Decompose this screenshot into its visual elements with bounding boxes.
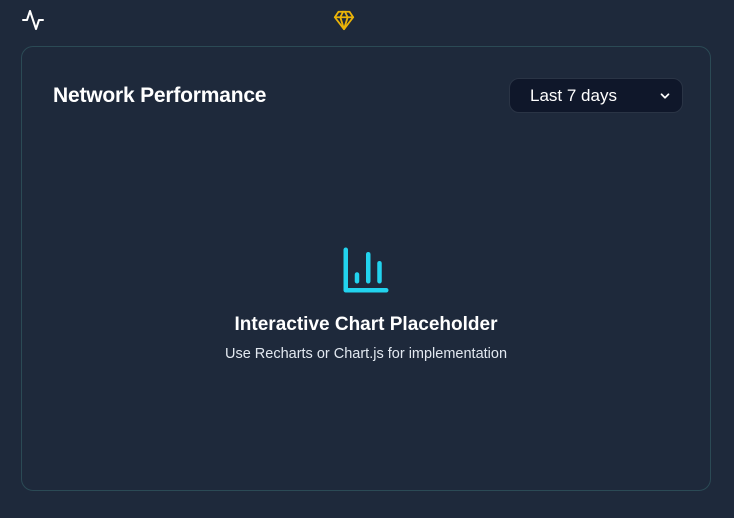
card-title: Network Performance [53,84,267,107]
gem-icon [333,10,355,31]
date-range-select[interactable]: Last 7 days [509,78,683,113]
activity-icon[interactable] [21,8,45,32]
chevron-down-icon [660,92,670,99]
date-range-selected-value: Last 7 days [530,85,617,105]
chart-placeholder: Interactive Chart Placeholder Use Rechar… [22,243,710,363]
bar-chart-icon [343,247,389,293]
network-performance-card: Network Performance Last 7 days Interact… [21,46,711,491]
app-stage: Network Performance Last 7 days Interact… [0,0,734,518]
placeholder-title: Interactive Chart Placeholder [234,314,498,335]
placeholder-subtitle: Use Recharts or Chart.js for implementat… [224,346,508,362]
